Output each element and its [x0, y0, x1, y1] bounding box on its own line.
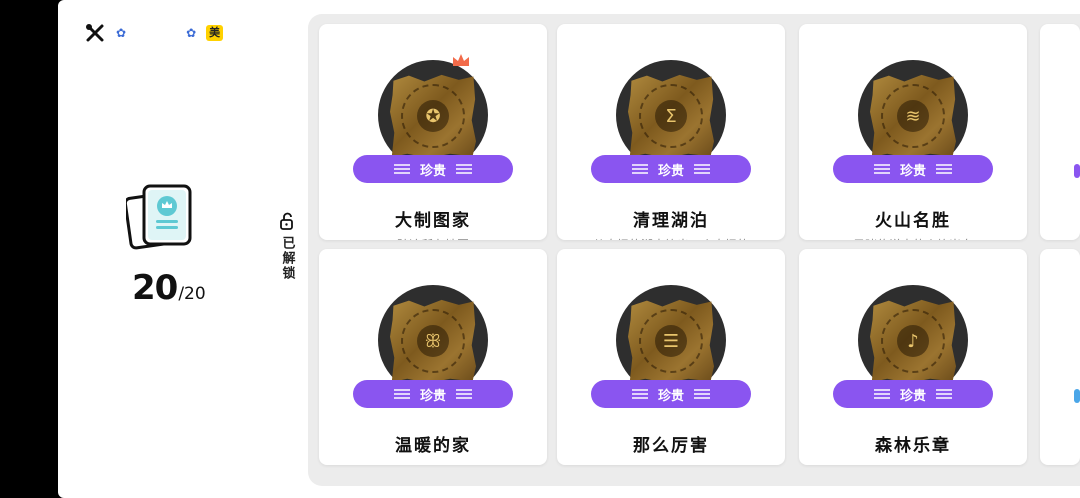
unlocked-filter[interactable]: 已解锁 — [277, 212, 297, 281]
status-bar-left: ✿ ✿ 美 — [84, 22, 224, 44]
achievement-description: 听一场鸟儿的四重唱。 — [799, 463, 1027, 465]
achievement-card[interactable]: Ʃ 珍贵清理湖泊从奇怪的湖中钓出一个奇怪的 — [557, 24, 785, 240]
badge-glyph-icon: ♪ — [897, 325, 929, 357]
rarity-pill: 珍贵 — [591, 155, 751, 183]
badge-glyph-icon: ✪ — [417, 100, 449, 132]
unlock-icon — [279, 212, 295, 230]
achievement-title: 那么厉害 — [633, 436, 709, 456]
rarity-label: 珍贵 — [419, 163, 446, 179]
pill-lines-left — [393, 389, 410, 399]
achievement-description: 回到飞空艇上。 — [319, 463, 547, 465]
crown-icon — [451, 52, 471, 68]
badge-paper: Ʃ — [628, 74, 714, 158]
rarity-pill: 珍贵 — [353, 380, 513, 408]
badge-paper: ♪ — [870, 299, 956, 383]
achievements-screen: ✿ ✿ 美 200 20 /20 已解锁 — [58, 0, 1080, 498]
pill-lines-right — [936, 164, 952, 174]
paw-icon: ✿ — [116, 26, 127, 40]
pill-lines-right — [456, 389, 472, 399]
rarity-pill: 珍贵 — [833, 380, 993, 408]
rarity-pill-edge — [1074, 164, 1080, 178]
achievement-badge: ✪ — [378, 60, 488, 170]
achievement-description: 目睹传说中的火焰岩鸟 — [799, 236, 1027, 240]
rarity-label: 珍贵 — [657, 163, 684, 179]
rarity-pill: 珍贵 — [833, 155, 993, 183]
rarity-label: 珍贵 — [899, 163, 926, 179]
badge-glyph-icon: ☰ — [655, 325, 687, 357]
paw-icon: ✿ — [186, 26, 197, 40]
achievement-description: 用最少步骤破解三个难度的河 — [557, 463, 785, 465]
rarity-label: 珍贵 — [899, 388, 926, 404]
pill-lines-left — [631, 164, 648, 174]
achievement-title: 大制图家 — [395, 211, 471, 231]
pill-lines-left — [393, 164, 410, 174]
badge-paper: ☰ — [628, 299, 714, 383]
badge-paper: ꕥ — [390, 299, 476, 383]
pill-lines-right — [456, 164, 472, 174]
achievement-description: 踏遍所有地图 — [319, 236, 547, 240]
achievement-title: 火山名胜 — [875, 211, 951, 231]
achievement-badge: ♪ — [858, 285, 968, 395]
pill-lines-right — [694, 389, 710, 399]
pill-lines-right — [694, 164, 710, 174]
achievement-title: 温暖的家 — [395, 436, 471, 456]
pill-lines-left — [873, 164, 890, 174]
rarity-pill-edge — [1074, 389, 1080, 403]
achievement-card-partial[interactable] — [1040, 24, 1080, 240]
achievement-card[interactable]: ꕥ 珍贵温暖的家回到飞空艇上。 — [319, 249, 547, 465]
achievement-description: 从奇怪的湖中钓出一个奇怪的 — [557, 236, 785, 240]
badge-glyph-icon: ꕥ — [417, 325, 449, 357]
rarity-pill: 珍贵 — [353, 155, 513, 183]
rarity-label: 珍贵 — [657, 388, 684, 404]
rarity-pill: 珍贵 — [591, 380, 751, 408]
badge-glyph-icon: Ʃ — [655, 100, 687, 132]
achievement-badge: Ʃ — [616, 60, 726, 170]
total-count: /20 — [178, 284, 206, 304]
achievement-card[interactable]: ✪ 珍贵大制图家踏遍所有地图 — [319, 24, 547, 240]
pill-lines-right — [936, 389, 952, 399]
collection-cards-icon — [123, 184, 196, 250]
unlocked-label: 已解锁 — [279, 236, 295, 281]
pill-lines-left — [631, 389, 648, 399]
rarity-label: 珍贵 — [419, 388, 446, 404]
achievement-badge: ≋ — [858, 60, 968, 170]
achievement-title: 森林乐章 — [875, 436, 951, 456]
achievement-counter: 20 /20 — [132, 268, 206, 308]
pill-lines-left — [873, 389, 890, 399]
achievement-card[interactable]: ♪ 珍贵森林乐章听一场鸟儿的四重唱。 — [799, 249, 1027, 465]
badge-paper: ✪ — [390, 74, 476, 158]
badge-glyph-icon: ≋ — [897, 100, 929, 132]
achievement-badge: ☰ — [616, 285, 726, 395]
achievement-badge: ꕥ — [378, 285, 488, 395]
achievement-card[interactable]: ≋ 珍贵火山名胜目睹传说中的火焰岩鸟 — [799, 24, 1027, 240]
achievement-card-partial[interactable] — [1040, 249, 1080, 465]
tools-icon — [84, 22, 106, 44]
badge-paper: ≋ — [870, 74, 956, 158]
meituan-icon: 美 — [206, 25, 224, 41]
unlocked-count: 20 — [132, 268, 178, 308]
achievement-title: 清理湖泊 — [633, 211, 709, 231]
achievement-card[interactable]: ☰ 珍贵那么厉害用最少步骤破解三个难度的河 — [557, 249, 785, 465]
